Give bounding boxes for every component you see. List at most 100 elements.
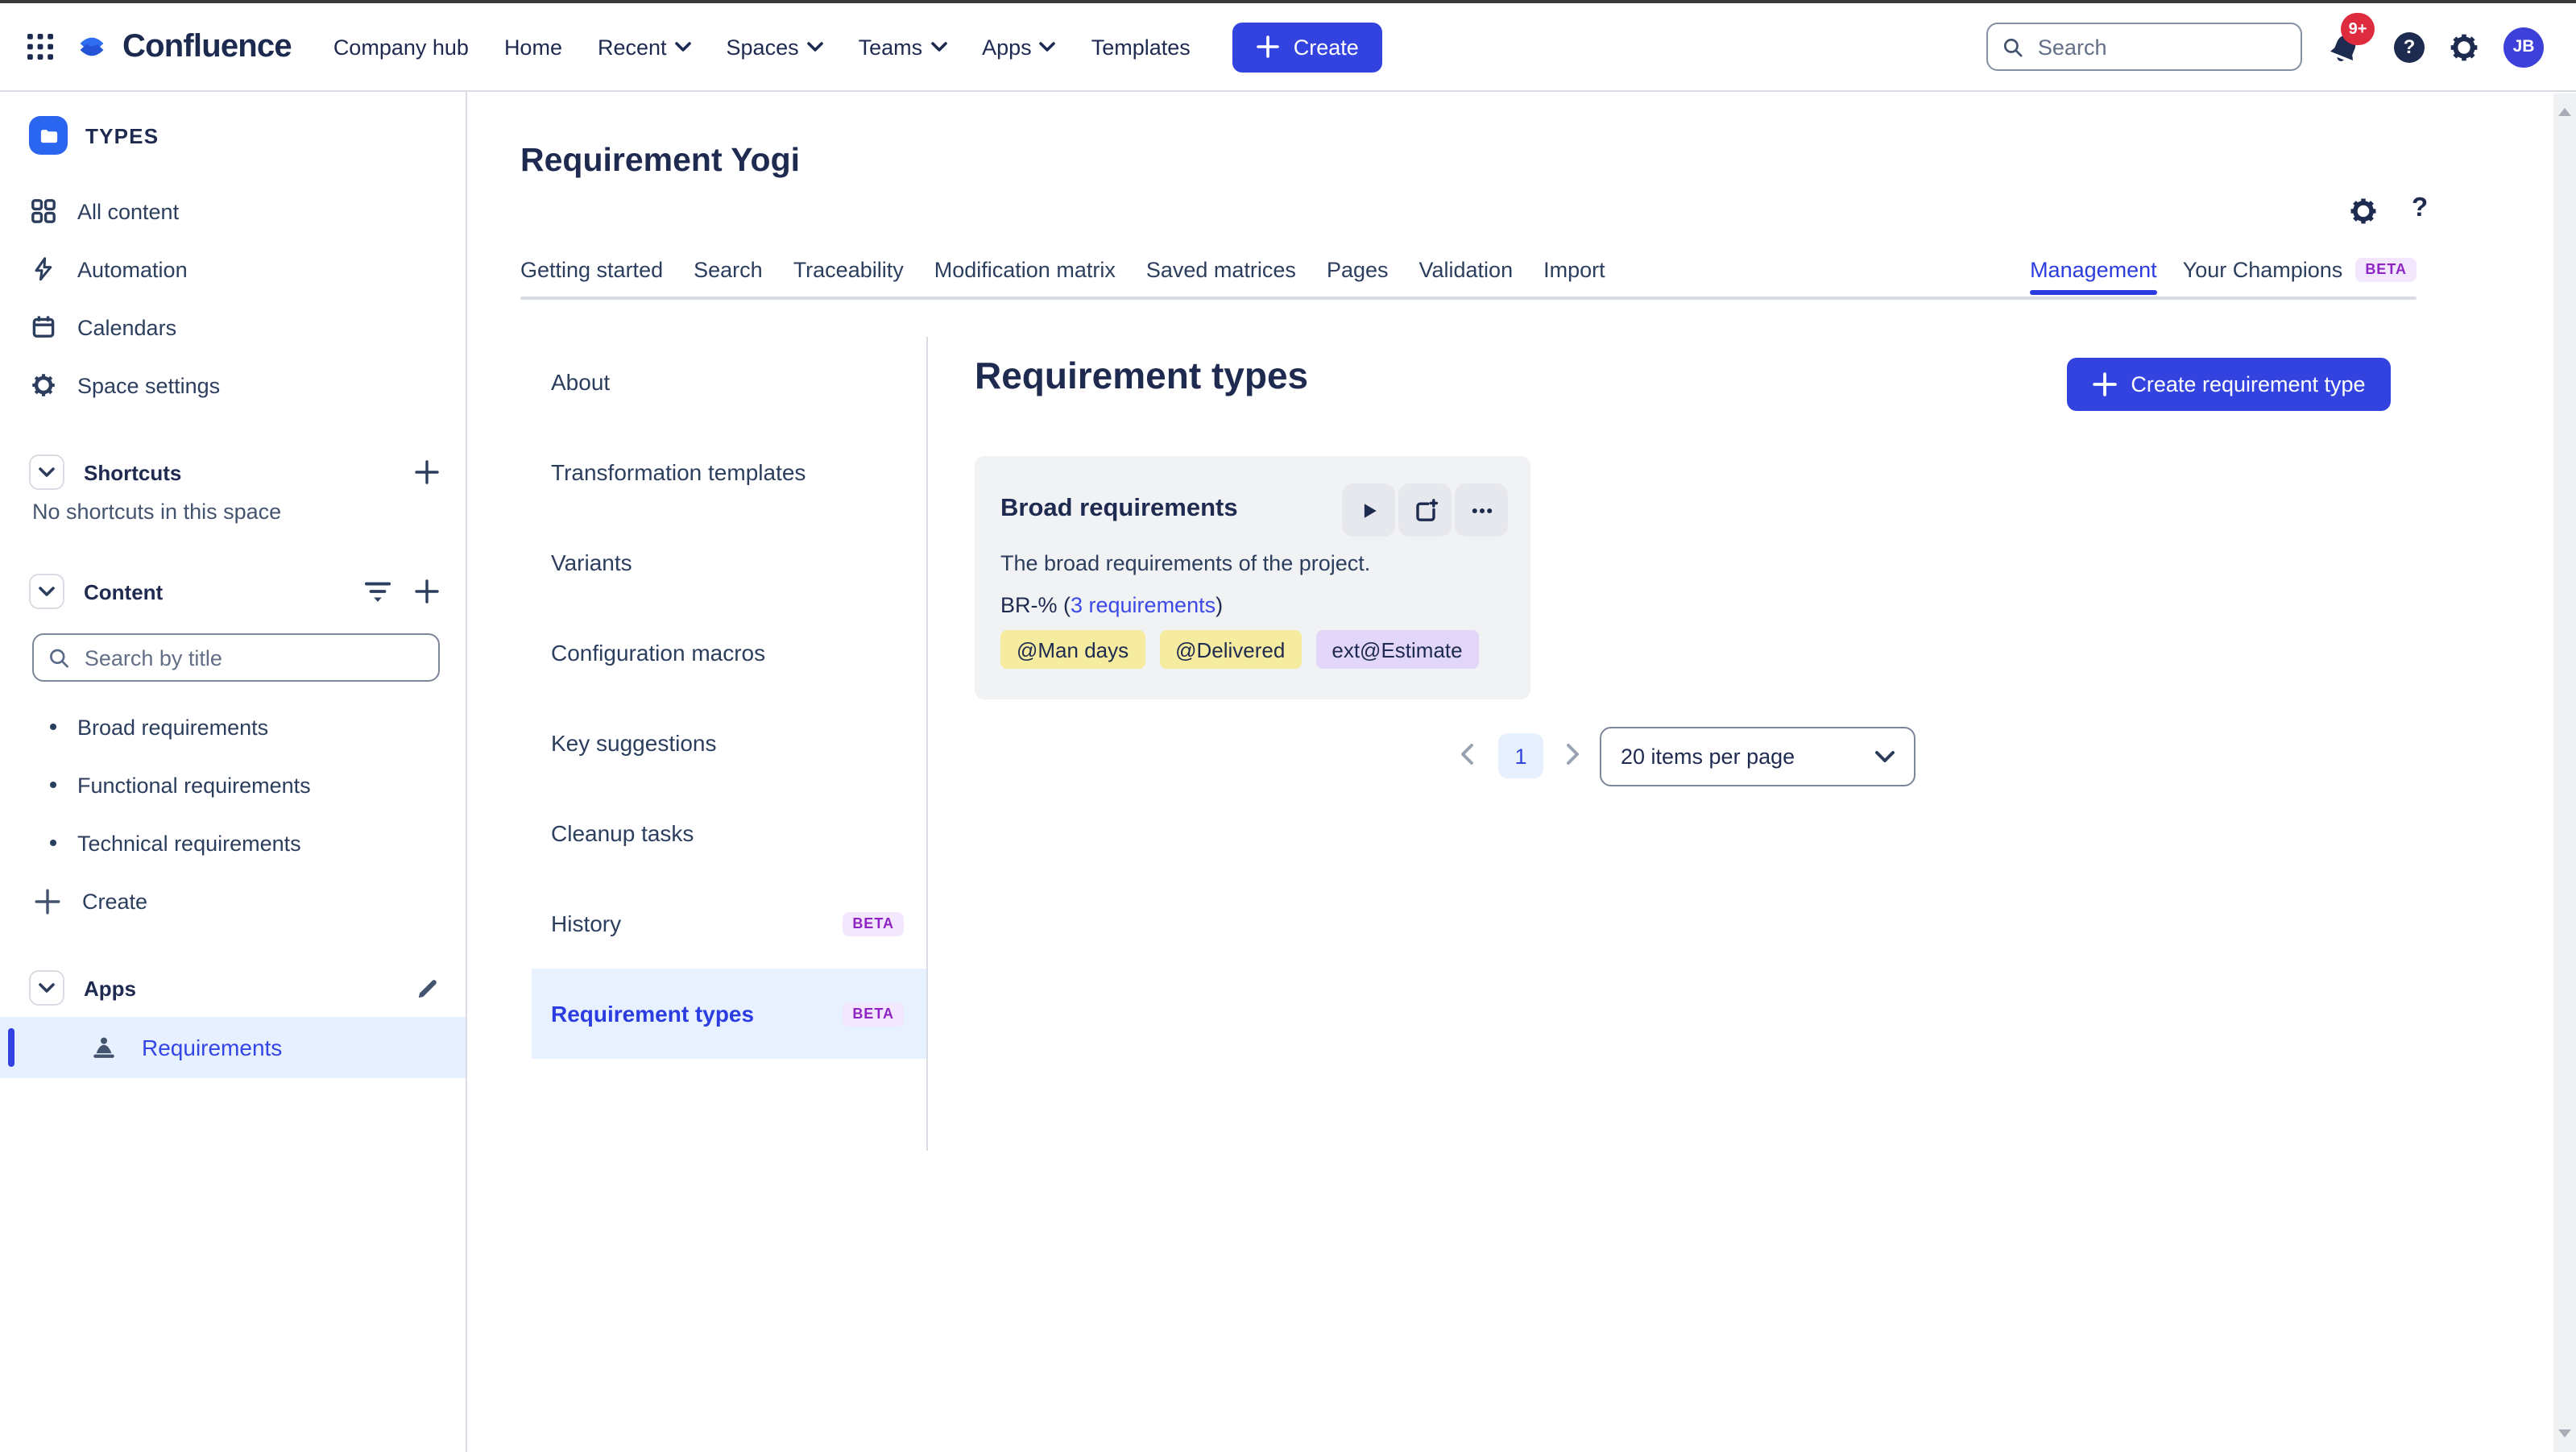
- submenu-item-cleanup-tasks[interactable]: Cleanup tasks: [532, 788, 926, 878]
- run-button[interactable]: [1342, 483, 1395, 537]
- search-icon: [50, 648, 68, 667]
- sidebar-item-calendars[interactable]: Calendars: [0, 298, 466, 356]
- space-header[interactable]: TYPES: [29, 116, 159, 155]
- page-item-broad-requirements[interactable]: Broad requirements: [0, 698, 466, 756]
- confluence-wordmark: Confluence: [122, 28, 292, 64]
- page-item-functional-requirements[interactable]: Functional requirements: [0, 756, 466, 814]
- tab-getting-started[interactable]: Getting started: [520, 258, 663, 282]
- nav-item-company-hub[interactable]: Company hub: [333, 35, 469, 59]
- meditating-person-icon: [90, 1035, 118, 1060]
- settings-gear-icon[interactable]: [2449, 31, 2479, 62]
- copy-add-button[interactable]: [1398, 483, 1452, 537]
- tab-import[interactable]: Import: [1543, 258, 1605, 282]
- tab-validation[interactable]: Validation: [1419, 258, 1514, 282]
- card-description: The broad requirements of the project.: [1000, 551, 1371, 575]
- create-button[interactable]: Create: [1232, 22, 1383, 72]
- help-icon[interactable]: ?: [2394, 31, 2425, 62]
- confluence-logo[interactable]: Confluence: [76, 28, 292, 65]
- tab-your-champions[interactable]: Your Champions BETA: [2183, 258, 2417, 282]
- nav-item-apps[interactable]: Apps: [982, 35, 1056, 59]
- app-switcher-icon[interactable]: [26, 32, 55, 61]
- top-navigation-bar: Confluence Company hub Home Recent Space…: [0, 3, 2576, 92]
- tab-modification-matrix[interactable]: Modification matrix: [934, 258, 1116, 282]
- plus-icon: [2092, 372, 2117, 396]
- nav-item-recent[interactable]: Recent: [598, 35, 691, 59]
- tab-management[interactable]: Management: [2030, 258, 2157, 295]
- sidebar-item-all-content[interactable]: All content: [0, 182, 466, 240]
- shortcuts-empty-text: No shortcuts in this space: [32, 500, 282, 524]
- tab-search[interactable]: Search: [694, 258, 763, 282]
- add-shortcut-icon[interactable]: [414, 459, 440, 485]
- search-by-title-input[interactable]: [81, 644, 424, 671]
- tab-traceability[interactable]: Traceability: [793, 258, 904, 282]
- pagination-next-icon[interactable]: [1566, 743, 1580, 765]
- play-icon: [1363, 503, 1376, 517]
- tab-saved-matrices[interactable]: Saved matrices: [1146, 258, 1296, 282]
- active-app-indicator: [8, 1028, 14, 1067]
- lightning-icon: [35, 257, 52, 281]
- submenu-item-configuration-macros[interactable]: Configuration macros: [532, 608, 926, 698]
- sidebar-search[interactable]: [32, 633, 440, 682]
- sidebar-create-button[interactable]: Create: [0, 872, 466, 930]
- label-pill[interactable]: @Man days: [1000, 630, 1145, 669]
- sidebar-item-requirements-app[interactable]: Requirements: [0, 1017, 466, 1078]
- user-avatar[interactable]: JB: [2504, 27, 2544, 67]
- items-per-page-select[interactable]: 20 items per page: [1600, 727, 1915, 786]
- scrollbar-up-arrow-icon[interactable]: [2558, 108, 2571, 116]
- shortcuts-collapse-button[interactable]: [29, 454, 64, 490]
- bullet-dot: [50, 782, 56, 788]
- nav-item-spaces[interactable]: Spaces: [727, 35, 823, 59]
- add-content-icon[interactable]: [414, 579, 440, 604]
- shortcuts-section-header: Shortcuts: [29, 453, 440, 492]
- space-name: TYPES: [85, 123, 159, 147]
- apps-section-header: Apps: [29, 969, 440, 1007]
- beta-badge: BETA: [843, 911, 904, 936]
- chevron-down-icon: [930, 42, 946, 52]
- space-folder-icon: [29, 116, 68, 155]
- scrollbar-down-arrow-icon[interactable]: [2558, 1429, 2571, 1437]
- chevron-down-icon: [1875, 751, 1895, 762]
- nav-item-templates[interactable]: Templates: [1091, 35, 1191, 59]
- primary-nav-menu: Company hub Home Recent Spaces Teams App…: [333, 35, 1191, 59]
- apps-title: Apps: [84, 976, 136, 1000]
- submenu-item-history[interactable]: History BETA: [532, 878, 926, 969]
- filter-icon[interactable]: [364, 579, 391, 604]
- apps-collapse-button[interactable]: [29, 970, 64, 1006]
- copy-plus-icon: [1415, 498, 1438, 521]
- chevron-down-icon: [806, 42, 823, 52]
- label-pill[interactable]: @Delivered: [1159, 630, 1302, 669]
- page-item-technical-requirements[interactable]: Technical requirements: [0, 814, 466, 872]
- pagination-prev-icon[interactable]: [1460, 743, 1474, 765]
- nav-item-teams[interactable]: Teams: [859, 35, 947, 59]
- submenu-item-key-suggestions[interactable]: Key suggestions: [532, 698, 926, 788]
- submenu-item-requirement-types[interactable]: Requirement types BETA: [532, 969, 926, 1059]
- submenu-item-variants[interactable]: Variants: [532, 517, 926, 608]
- calendar-icon: [32, 316, 55, 338]
- beta-badge: BETA: [843, 1002, 904, 1026]
- submenu-item-about[interactable]: About: [532, 337, 926, 427]
- management-submenu: About Transformation templates Variants …: [532, 337, 928, 1151]
- edit-pencil-icon[interactable]: [416, 976, 440, 1000]
- confluence-logo-icon: [76, 31, 108, 63]
- tab-pages[interactable]: Pages: [1327, 258, 1389, 282]
- label-pill[interactable]: ext@Estimate: [1315, 630, 1479, 669]
- gear-icon: [32, 374, 55, 396]
- content-section-header: Content: [29, 572, 440, 611]
- vertical-scrollbar[interactable]: [2553, 93, 2576, 1452]
- create-requirement-type-button[interactable]: Create requirement type: [2067, 358, 2391, 411]
- nav-item-home[interactable]: Home: [504, 35, 562, 59]
- ry-settings-gear-icon[interactable]: [2349, 197, 2378, 226]
- search-input[interactable]: [2034, 33, 2286, 60]
- submenu-item-transformation-templates[interactable]: Transformation templates: [532, 427, 926, 517]
- requirements-count-link[interactable]: 3 requirements: [1071, 593, 1216, 617]
- ry-help-icon[interactable]: ?: [2412, 193, 2428, 224]
- sidebar-item-automation[interactable]: Automation: [0, 240, 466, 298]
- ellipsis-icon: [1471, 508, 1492, 512]
- content-collapse-button[interactable]: [29, 574, 64, 609]
- more-actions-button[interactable]: [1455, 483, 1508, 537]
- global-search[interactable]: [1986, 23, 2302, 71]
- pagination-page-1[interactable]: 1: [1498, 733, 1543, 778]
- plus-icon: [35, 888, 60, 914]
- notifications-button[interactable]: 9+: [2326, 13, 2375, 73]
- sidebar-item-space-settings[interactable]: Space settings: [0, 356, 466, 414]
